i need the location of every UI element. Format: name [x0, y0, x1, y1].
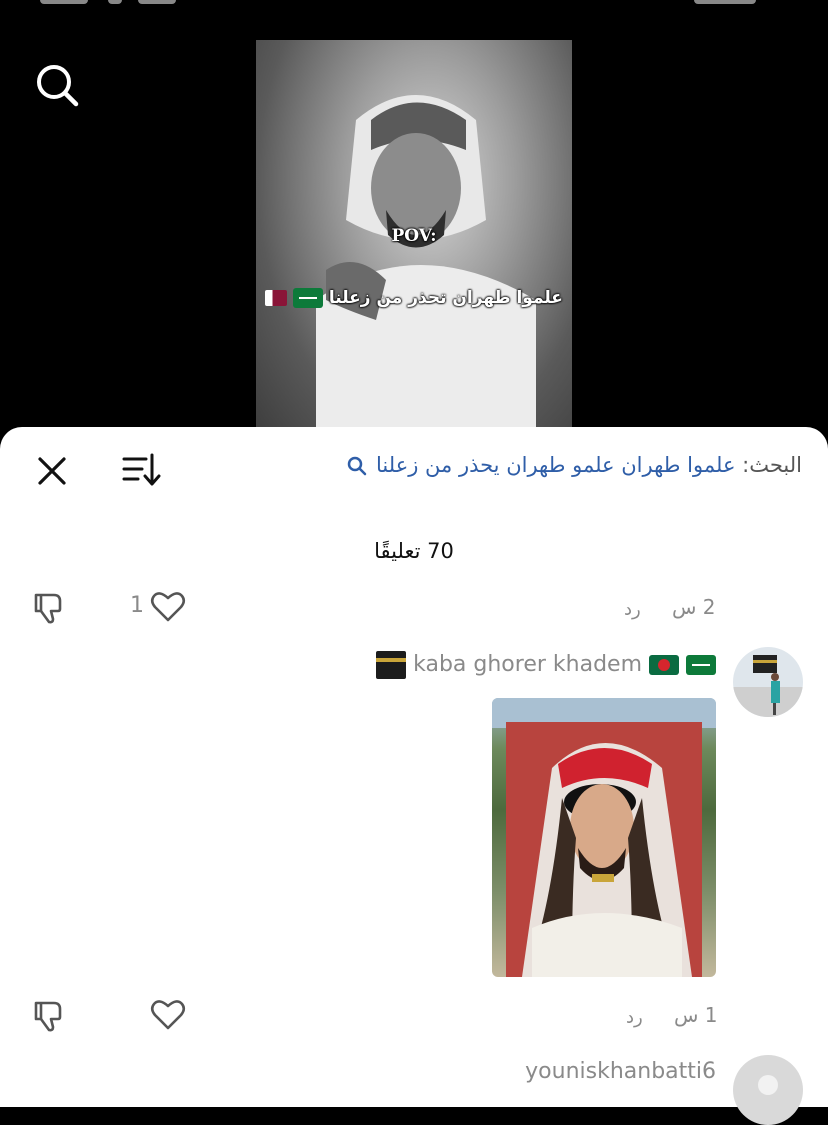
signal-icon: [138, 0, 176, 4]
reply-button[interactable]: رد: [626, 1007, 643, 1028]
comment-username[interactable]: kaba ghorer khadem: [376, 651, 716, 679]
close-icon: [38, 457, 66, 485]
kaaba-icon: [376, 651, 407, 679]
comments-sheet: البحث: علموا طهران علمو طهران يحذر من زع…: [0, 427, 828, 1125]
search-icon: [348, 456, 367, 476]
related-search[interactable]: البحث: علموا طهران علمو طهران يحذر من زع…: [347, 453, 802, 477]
avatar[interactable]: [733, 1055, 803, 1125]
comment-username[interactable]: youniskhanbatti6: [525, 1059, 716, 1084]
caption-text: علموا طهران تحذر من زعلنا: [328, 288, 563, 308]
like-button[interactable]: [150, 589, 186, 623]
dislike-button[interactable]: [30, 997, 66, 1033]
heart-icon: [150, 1000, 186, 1030]
status-indicator: [108, 0, 122, 4]
bangladesh-flag-icon: [649, 655, 679, 675]
status-bar: [0, 0, 828, 10]
avatar-image: [733, 647, 803, 717]
comment-photo: [492, 698, 716, 977]
default-avatar-icon: [758, 1075, 778, 1095]
thumbs-down-icon: [34, 1001, 62, 1032]
thumbs-down-icon: [34, 593, 62, 624]
comment-time: 2 س: [672, 595, 716, 619]
avatar[interactable]: [733, 647, 803, 717]
saudi-flag-icon: [293, 288, 323, 308]
comment-image[interactable]: [492, 698, 716, 977]
video-frame-figure: [316, 95, 536, 440]
search-label: البحث:: [742, 453, 802, 477]
qatar-flag-icon: [265, 290, 288, 306]
comment-time: 1 س: [674, 1003, 718, 1027]
dislike-button[interactable]: [30, 589, 66, 625]
heart-icon: [150, 592, 186, 622]
like-count: 1: [130, 593, 144, 618]
reply-button[interactable]: رد: [624, 599, 641, 620]
video-caption: علموا طهران تحذر من زعلنا: [256, 288, 572, 308]
video-overlay-text: POV:: [391, 226, 437, 246]
comment-count: 70 تعليقًا: [374, 539, 454, 563]
username-text: kaba ghorer khadem: [413, 652, 642, 677]
saudi-flag-icon: [686, 655, 716, 675]
search-query-link[interactable]: علموا طهران علمو طهران يحذر من زعلنا: [376, 453, 735, 477]
sort-icon: [122, 453, 161, 486]
search-button[interactable]: [34, 62, 80, 108]
like-button[interactable]: [150, 997, 186, 1031]
close-button[interactable]: [36, 455, 68, 487]
status-indicator: [40, 0, 88, 4]
search-icon: [37, 65, 79, 107]
clock: [694, 0, 756, 4]
video-player[interactable]: POV: علموا طهران تحذر من زعلنا: [256, 40, 572, 440]
sort-button[interactable]: [120, 451, 162, 489]
